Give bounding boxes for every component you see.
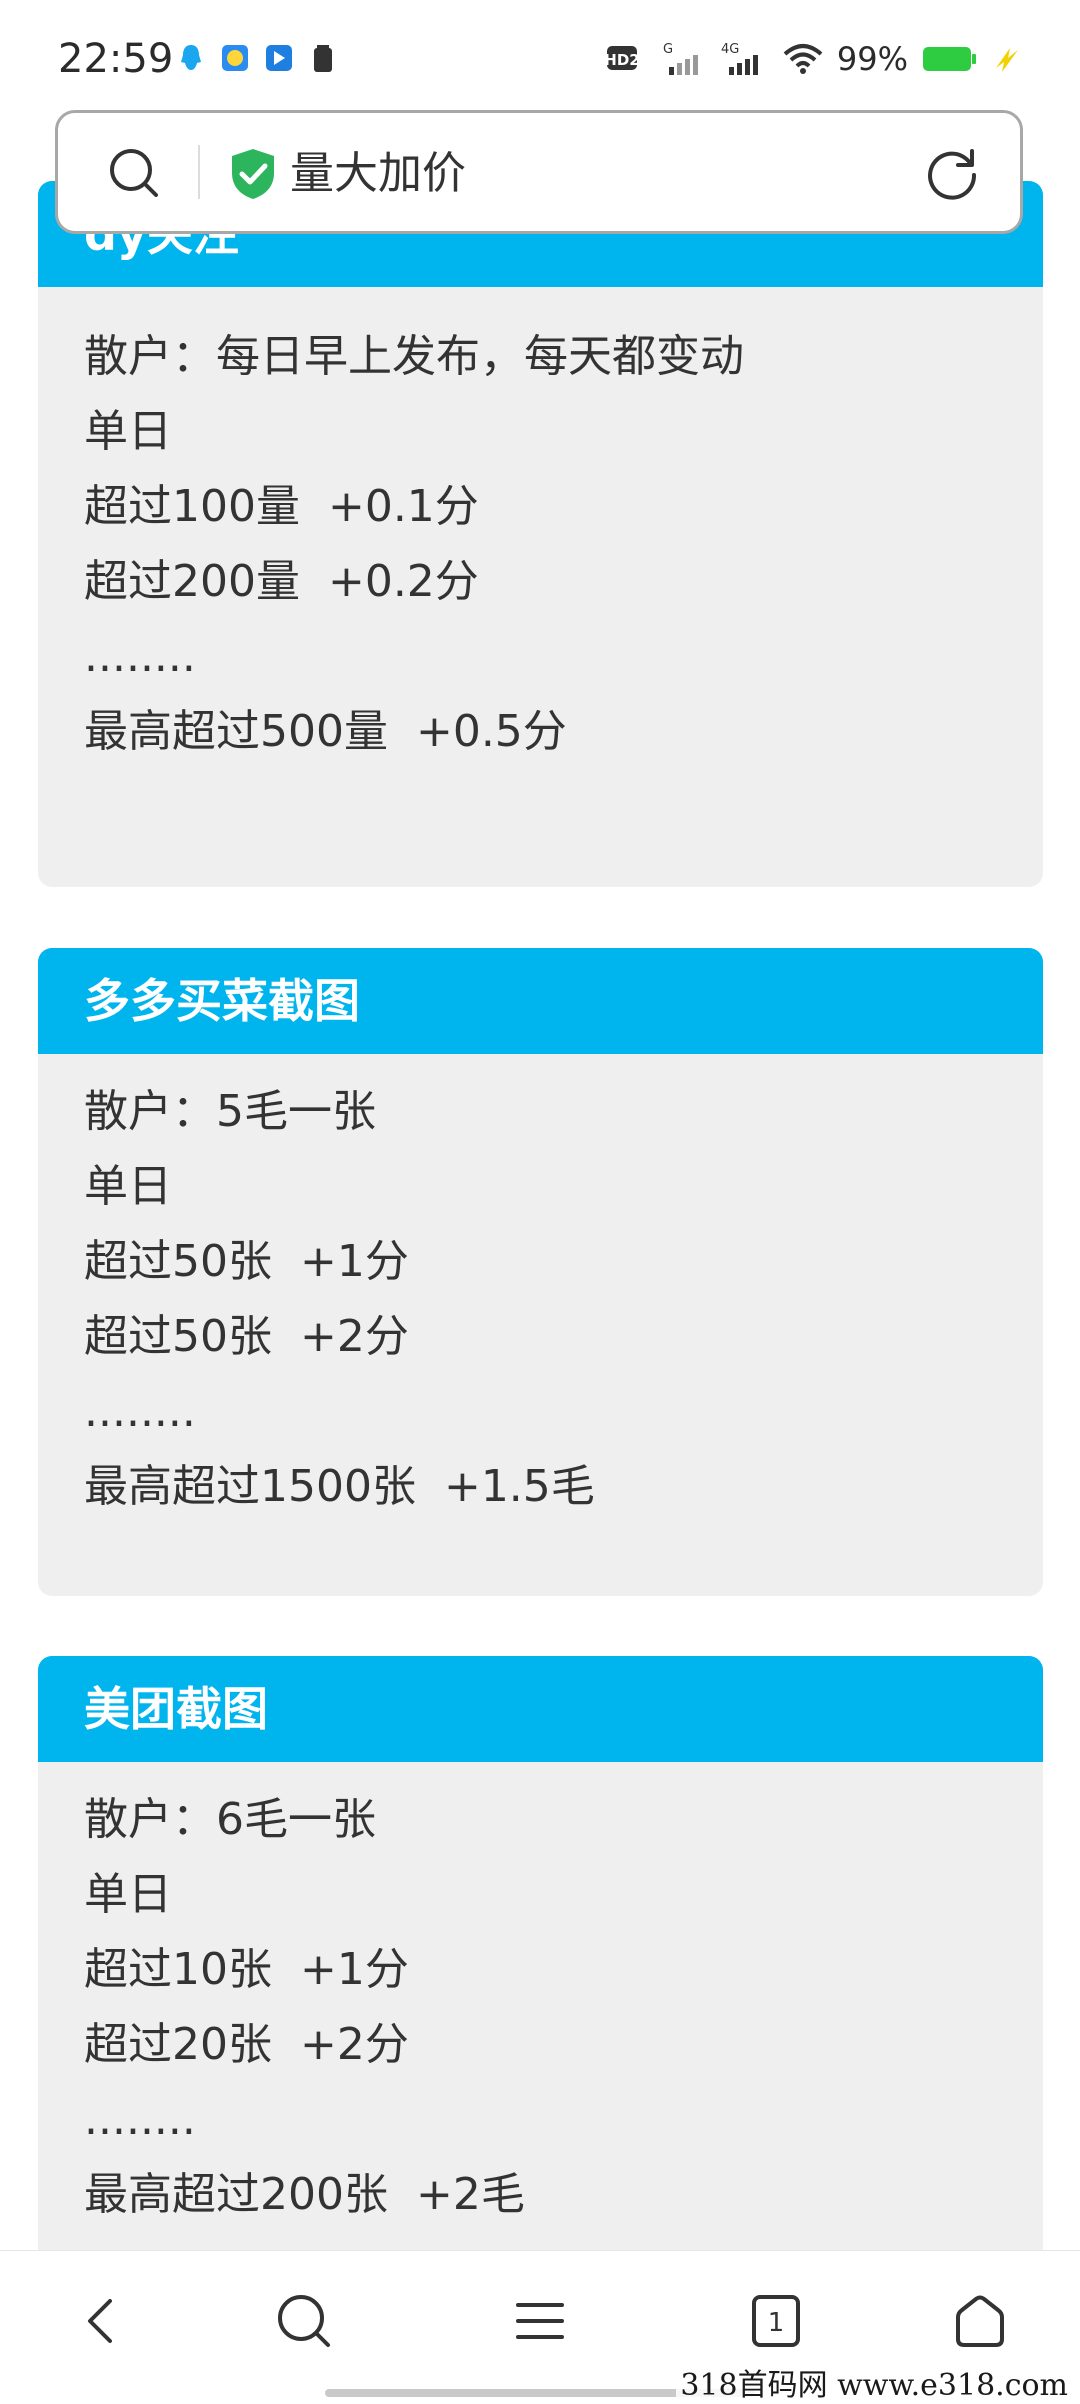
- search-bar[interactable]: 量大加价: [55, 110, 1023, 234]
- app-icon: [222, 45, 248, 71]
- card-line: 超过50张 +2分: [84, 1311, 409, 1362]
- card-body: 散户：5毛一张 单日 超过50张 +1分 超过50张 +2分 ........ …: [38, 1054, 1043, 1524]
- g-label: G: [663, 42, 673, 57]
- card-dy-follow: dy关注 散户：每日早上发布，每天都变动 单日 超过100量 +0.1分 超过2…: [38, 181, 1043, 887]
- battery-small-icon: [314, 45, 332, 72]
- status-bar: 22:59 HD2 G 4G 99%: [0, 0, 1080, 100]
- refresh-icon[interactable]: [922, 143, 982, 203]
- battery-percent: 99%: [836, 40, 908, 78]
- card-line: 超过20张 +2分: [84, 2019, 409, 2070]
- card-line: 最高超过500量 +0.5分: [84, 706, 567, 757]
- card-line: 超过50张 +1分: [84, 1236, 409, 1287]
- card-meituan-screenshot: 美团截图 散户：6毛一张 单日 超过10张 +1分 超过20张 +2分 ....…: [38, 1656, 1043, 2306]
- qq-icon: [181, 45, 201, 70]
- card-line: 单日: [84, 1161, 172, 1212]
- search-query[interactable]: 量大加价: [290, 147, 466, 201]
- card-line: 散户：6毛一张: [84, 1794, 376, 1845]
- card-title: 美团截图: [38, 1656, 1043, 1762]
- hd-icon: HD2: [606, 46, 640, 70]
- home-icon: [956, 2295, 1004, 2347]
- card-line: 最高超过200张 +2毛: [84, 2169, 525, 2220]
- card-body: 散户：6毛一张 单日 超过10张 +1分 超过20张 +2分 ........ …: [38, 1762, 1043, 2232]
- search-nav-button[interactable]: [264, 2281, 344, 2361]
- status-right: HD2 G 4G 99%: [606, 40, 1020, 78]
- card-duoduo-screenshot: 多多买菜截图 散户：5毛一张 单日 超过50张 +1分 超过50张 +2分 ..…: [38, 948, 1043, 1596]
- card-title: 多多买菜截图: [38, 948, 1043, 1054]
- menu-icon: [516, 2303, 564, 2339]
- tabs-icon: 1: [752, 2295, 800, 2347]
- card-line: ........: [84, 2094, 196, 2145]
- card-line: 超过200量 +0.2分: [84, 556, 479, 607]
- card-line: ........: [84, 631, 196, 682]
- card-line: 散户：5毛一张: [84, 1086, 376, 1137]
- card-body: 散户：每日早上发布，每天都变动 单日 超过100量 +0.1分 超过200量 +…: [38, 287, 1043, 769]
- tabs-button[interactable]: 1: [736, 2281, 816, 2361]
- direct-icon: [266, 45, 292, 71]
- card-line: 散户：每日早上发布，每天都变动: [84, 331, 744, 382]
- search-divider: [198, 145, 200, 199]
- shield-check-icon: [232, 149, 274, 199]
- signal-4g-icon: 4G: [721, 42, 758, 75]
- status-time: 22:59: [58, 36, 174, 82]
- back-chevron-icon: [88, 2299, 112, 2343]
- card-line: ........: [84, 1386, 196, 1437]
- back-button[interactable]: [62, 2281, 142, 2361]
- card-line: 最高超过1500张 +1.5毛: [84, 1461, 595, 1512]
- 4g-label: 4G: [721, 42, 739, 57]
- tab-count: 1: [768, 2308, 785, 2338]
- battery-icon: [923, 47, 976, 71]
- watermark-text: 318首码网 www.e318.com: [676, 2360, 1072, 2404]
- hd-label: HD2: [607, 51, 640, 69]
- menu-button[interactable]: [500, 2281, 580, 2361]
- card-line: 单日: [84, 1869, 172, 1920]
- home-button[interactable]: [940, 2281, 1020, 2361]
- card-line: 单日: [84, 406, 172, 457]
- notification-icons: [176, 42, 338, 74]
- signal-g-icon: G: [663, 42, 698, 75]
- search-icon[interactable]: [106, 145, 162, 201]
- card-line: 超过10张 +1分: [84, 1944, 409, 1995]
- search-nav-icon: [278, 2295, 330, 2347]
- charging-icon: [996, 48, 1018, 72]
- card-line: 超过100量 +0.1分: [84, 481, 479, 532]
- wifi-icon: [783, 44, 823, 74]
- page-content: dy关注 散户：每日早上发布，每天都变动 单日 超过100量 +0.1分 超过2…: [0, 0, 1080, 2400]
